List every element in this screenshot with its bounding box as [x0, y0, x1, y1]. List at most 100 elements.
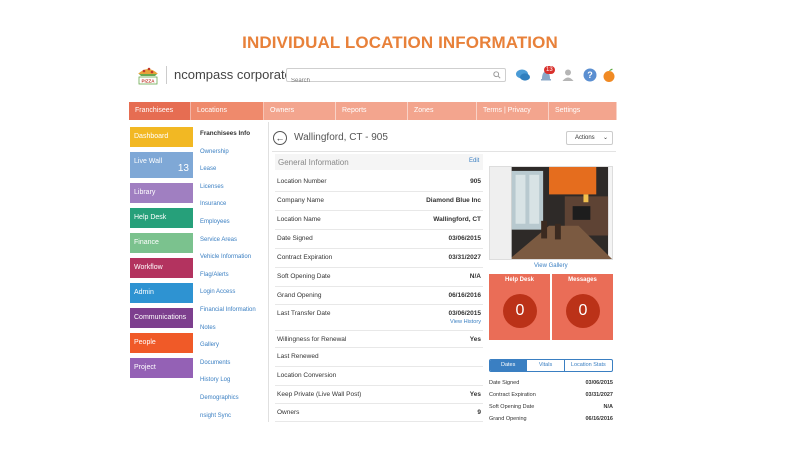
tab-vitals[interactable]: Vitals [527, 360, 565, 371]
messages-tile[interactable]: Messages 0 [552, 274, 613, 340]
row-label: Location Name [277, 216, 321, 223]
topnav-terms-privacy[interactable]: Terms | Privacy [477, 102, 549, 120]
table-row: Contract Expiration 03/31/2027 [275, 249, 483, 268]
topnav-reports[interactable]: Reports [336, 102, 408, 120]
table-row: Keep Private (Live Wall Post) Yes [275, 386, 483, 404]
search-box[interactable] [286, 68, 506, 87]
menu-item-label: Workflow [134, 264, 163, 271]
header-divider [166, 66, 167, 84]
topnav-owners[interactable]: Owners [264, 102, 336, 120]
submenu-item-service-areas[interactable]: Service Areas [200, 236, 256, 254]
row-value: Wallingford, CT [433, 216, 481, 223]
submenu-item-employees[interactable]: Employees [200, 218, 256, 236]
submenu-item-notes[interactable]: Notes [200, 324, 256, 342]
actions-label: Actions [575, 135, 595, 141]
row-value: 905 [470, 178, 481, 185]
profile-fruit-icon[interactable] [601, 67, 617, 83]
notification-badge: 13 [544, 66, 555, 74]
date-row: Date Signed 03/06/2015 [489, 380, 613, 392]
view-gallery-link[interactable]: View Gallery [534, 263, 568, 269]
menu-item-label: Dashboard [134, 133, 169, 140]
row-value: Yes [469, 336, 481, 343]
menu-item-label: Library [134, 189, 156, 196]
row-value: Yes [469, 391, 481, 398]
help-desk-tile[interactable]: Help Desk 0 [489, 274, 550, 340]
tab-location-stats[interactable]: Location Stats [565, 360, 612, 371]
menu-item-live-wall[interactable]: Live Wall 13 [130, 152, 193, 178]
edit-link[interactable]: Edit [469, 158, 479, 164]
menu-item-admin[interactable]: Admin [130, 283, 193, 303]
submenu-item-lease[interactable]: Lease [200, 165, 256, 183]
row-label: Company Name [277, 197, 324, 204]
table-row: Company Name Diamond Blue Inc [275, 192, 483, 211]
row-value: Diamond Blue Inc [426, 197, 481, 204]
live-wall-count: 13 [177, 163, 189, 174]
row-value: 9 [477, 409, 481, 416]
chat-icon[interactable] [515, 67, 531, 83]
table-row: Willingness for Renewal Yes [275, 331, 483, 348]
submenu-item-gallery[interactable]: Gallery [200, 341, 256, 359]
submenu-item-ownership[interactable]: Ownership [200, 148, 256, 166]
submenu-item-flag-alerts[interactable]: Flag/Alerts [200, 271, 256, 289]
date-row: Grand Opening 06/16/2016 [489, 416, 613, 428]
menu-item-project[interactable]: Project [130, 358, 193, 378]
app-name: ncompass corporate [174, 67, 292, 82]
menu-item-people[interactable]: People [130, 333, 193, 353]
tile-count: 0 [503, 294, 537, 328]
date-row: Contract Expiration 03/31/2027 [489, 392, 613, 404]
svg-text:?: ? [587, 70, 593, 80]
general-info-table: Location Number 905 Company Name Diamond Bl… [275, 173, 483, 422]
row-label: Contract Expiration [277, 254, 333, 261]
menu-item-dashboard[interactable]: Dashboard [130, 127, 193, 147]
row-label: Owners [277, 409, 300, 416]
submenu-item-franchisees-info[interactable]: Franchisees Info [200, 130, 256, 148]
menu-item-help-desk[interactable]: Help Desk [130, 208, 193, 228]
submenu-item-history-log[interactable]: History Log [200, 376, 256, 394]
submenu-item-demographics[interactable]: Demographics [200, 394, 256, 412]
topnav-locations[interactable]: Locations [191, 102, 264, 120]
topnav-settings[interactable]: Settings [549, 102, 617, 120]
help-icon[interactable]: ? [582, 67, 598, 83]
menu-item-library[interactable]: Library [130, 183, 193, 203]
topnav-franchisees[interactable]: Franchisees [129, 102, 191, 120]
topnav-zones[interactable]: Zones [408, 102, 477, 120]
menu-item-communications[interactable]: Communications [130, 308, 193, 328]
row-label: Soft Opening Date [277, 273, 331, 280]
search-input[interactable] [287, 75, 487, 87]
menu-item-label: Live Wall [134, 158, 163, 165]
menu-item-workflow[interactable]: Workflow [130, 258, 193, 278]
submenu-item-login-access[interactable]: Login Access [200, 288, 256, 306]
row-label: Keep Private (Live Wall Post) [277, 391, 362, 398]
row-value: 03/06/2015 [448, 310, 481, 317]
submenu-item-documents[interactable]: Documents [200, 359, 256, 377]
actions-dropdown[interactable]: Actions ⌄ [566, 131, 613, 145]
view-history-link[interactable]: View History [450, 319, 481, 325]
submenu-item-financial-information[interactable]: Financial Information [200, 306, 256, 324]
table-row: Soft Opening Date N/A [275, 268, 483, 287]
row-value: 03/31/2027 [448, 254, 481, 261]
tab-dates[interactable]: Dates [490, 360, 528, 371]
submenu-item-insurance[interactable]: Insurance [200, 200, 256, 218]
date-label: Soft Opening Date [489, 404, 535, 410]
table-row: Location Name Wallingford, CT [275, 211, 483, 230]
pizza-logo-icon[interactable]: PIZZA [136, 64, 160, 86]
table-row: Location Number 905 [275, 173, 483, 192]
row-label: Location Conversion [277, 372, 337, 379]
svg-text:PIZZA: PIZZA [142, 79, 156, 84]
user-icon[interactable] [560, 67, 576, 83]
row-value: 06/16/2016 [448, 292, 481, 299]
submenu-item-vehicle-information[interactable]: Vehicle Information [200, 253, 256, 271]
location-photo[interactable] [489, 166, 613, 260]
submenu-item-nsight-sync[interactable]: nsight Sync [200, 412, 256, 430]
top-navigation: Franchisees Locations Owners Reports Zones Te… [129, 102, 617, 120]
row-label: Grand Opening [277, 292, 322, 299]
general-info-title: General Information [278, 158, 349, 167]
search-icon[interactable] [493, 71, 501, 79]
table-row: Date Signed 03/06/2015 [275, 230, 483, 249]
submenu-divider [268, 122, 269, 422]
back-arrow-icon[interactable]: ← [273, 131, 287, 145]
submenu-item-licenses[interactable]: Licenses [200, 183, 256, 201]
tile-count: 0 [566, 294, 600, 328]
menu-item-finance[interactable]: Finance [130, 233, 193, 253]
dates-list: Date Signed 03/06/2015 Contract Expiration… [489, 380, 613, 428]
